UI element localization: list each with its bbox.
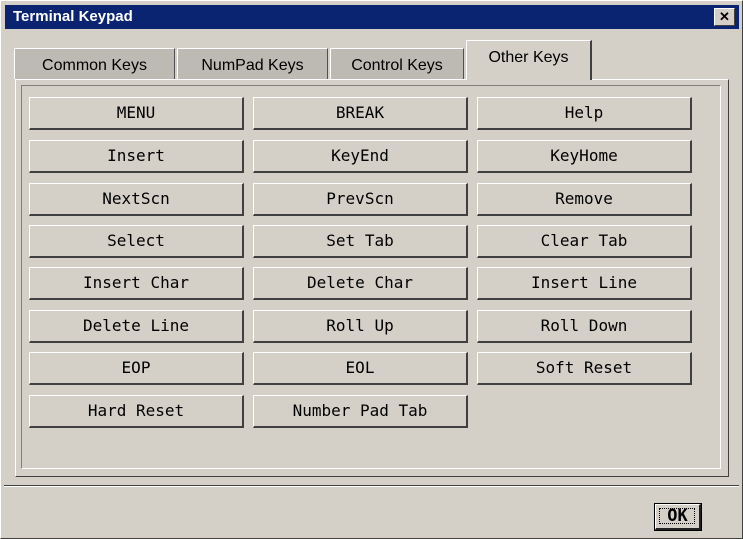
key-nextscn-button[interactable]: NextScn	[29, 183, 244, 216]
tab-label: Common Keys	[42, 57, 147, 74]
key-soft-reset-button[interactable]: Soft Reset	[477, 352, 692, 385]
key-label: Insert	[107, 146, 165, 165]
key-set-tab-button[interactable]: Set Tab	[253, 225, 468, 258]
key-hard-reset-button[interactable]: Hard Reset	[29, 395, 244, 428]
key-remove-button[interactable]: Remove	[477, 183, 692, 216]
key-number-pad-tab-button[interactable]: Number Pad Tab	[253, 395, 468, 428]
key-help-button[interactable]: Help	[477, 97, 692, 130]
title-bar[interactable]: Terminal Keypad ✕	[5, 5, 739, 29]
key-prevscn-button[interactable]: PrevScn	[253, 183, 468, 216]
tab-control-keys[interactable]: Control Keys	[330, 48, 464, 79]
key-menu-button[interactable]: MENU	[29, 97, 244, 130]
key-label: BREAK	[335, 103, 385, 122]
key-break-button[interactable]: BREAK	[253, 97, 468, 130]
key-label: Select	[107, 231, 165, 250]
key-label: Roll Down	[540, 316, 628, 335]
key-eol-button[interactable]: EOL	[253, 352, 468, 385]
tab-other-keys[interactable]: Other Keys	[466, 40, 592, 80]
key-label: Delete Char	[307, 273, 413, 292]
key-keyend-button[interactable]: KeyEnd	[253, 140, 468, 173]
key-label: Help	[564, 103, 604, 122]
key-insert-char-button[interactable]: Insert Char	[29, 267, 244, 300]
ok-label: OK	[667, 506, 688, 526]
key-eop-button[interactable]: EOP	[29, 352, 244, 385]
key-label: Number Pad Tab	[292, 401, 428, 420]
tab-label: Other Keys	[488, 49, 569, 66]
ok-button[interactable]: OK	[654, 503, 702, 531]
key-label: Clear Tab	[540, 231, 628, 250]
tab-label: NumPad Keys	[201, 57, 304, 74]
key-roll-up-button[interactable]: Roll Up	[253, 310, 468, 343]
key-label: Insert Char	[83, 273, 189, 292]
tab-numpad-keys[interactable]: NumPad Keys	[177, 48, 328, 79]
key-label: KeyHome	[550, 146, 618, 165]
key-insert-button[interactable]: Insert	[29, 140, 244, 173]
key-roll-down-button[interactable]: Roll Down	[477, 310, 692, 343]
key-label: Set Tab	[326, 231, 394, 250]
key-label: NextScn	[102, 189, 170, 208]
key-label: MENU	[116, 103, 156, 122]
footer-divider-highlight	[4, 486, 739, 487]
key-label: EOL	[345, 358, 375, 377]
key-clear-tab-button[interactable]: Clear Tab	[477, 225, 692, 258]
tab-label: Control Keys	[351, 57, 443, 74]
terminal-keypad-window: Terminal Keypad ✕ Common Keys NumPad Key…	[0, 0, 743, 539]
key-select-button[interactable]: Select	[29, 225, 244, 258]
key-insert-line-button[interactable]: Insert Line	[477, 267, 692, 300]
key-label: Hard Reset	[87, 401, 185, 420]
key-label: EOP	[121, 358, 151, 377]
key-label: Roll Up	[326, 316, 394, 335]
key-label: Delete Line	[83, 316, 189, 335]
tab-common-keys[interactable]: Common Keys	[14, 48, 175, 79]
key-delete-line-button[interactable]: Delete Line	[29, 310, 244, 343]
key-label: Soft Reset	[535, 358, 633, 377]
key-label: PrevScn	[326, 189, 394, 208]
close-icon: ✕	[719, 9, 730, 24]
close-button[interactable]: ✕	[714, 8, 735, 26]
key-label: Remove	[555, 189, 613, 208]
key-label: KeyEnd	[331, 146, 389, 165]
window-title: Terminal Keypad	[13, 8, 133, 25]
key-label: Insert Line	[531, 273, 637, 292]
key-keyhome-button[interactable]: KeyHome	[477, 140, 692, 173]
key-delete-char-button[interactable]: Delete Char	[253, 267, 468, 300]
